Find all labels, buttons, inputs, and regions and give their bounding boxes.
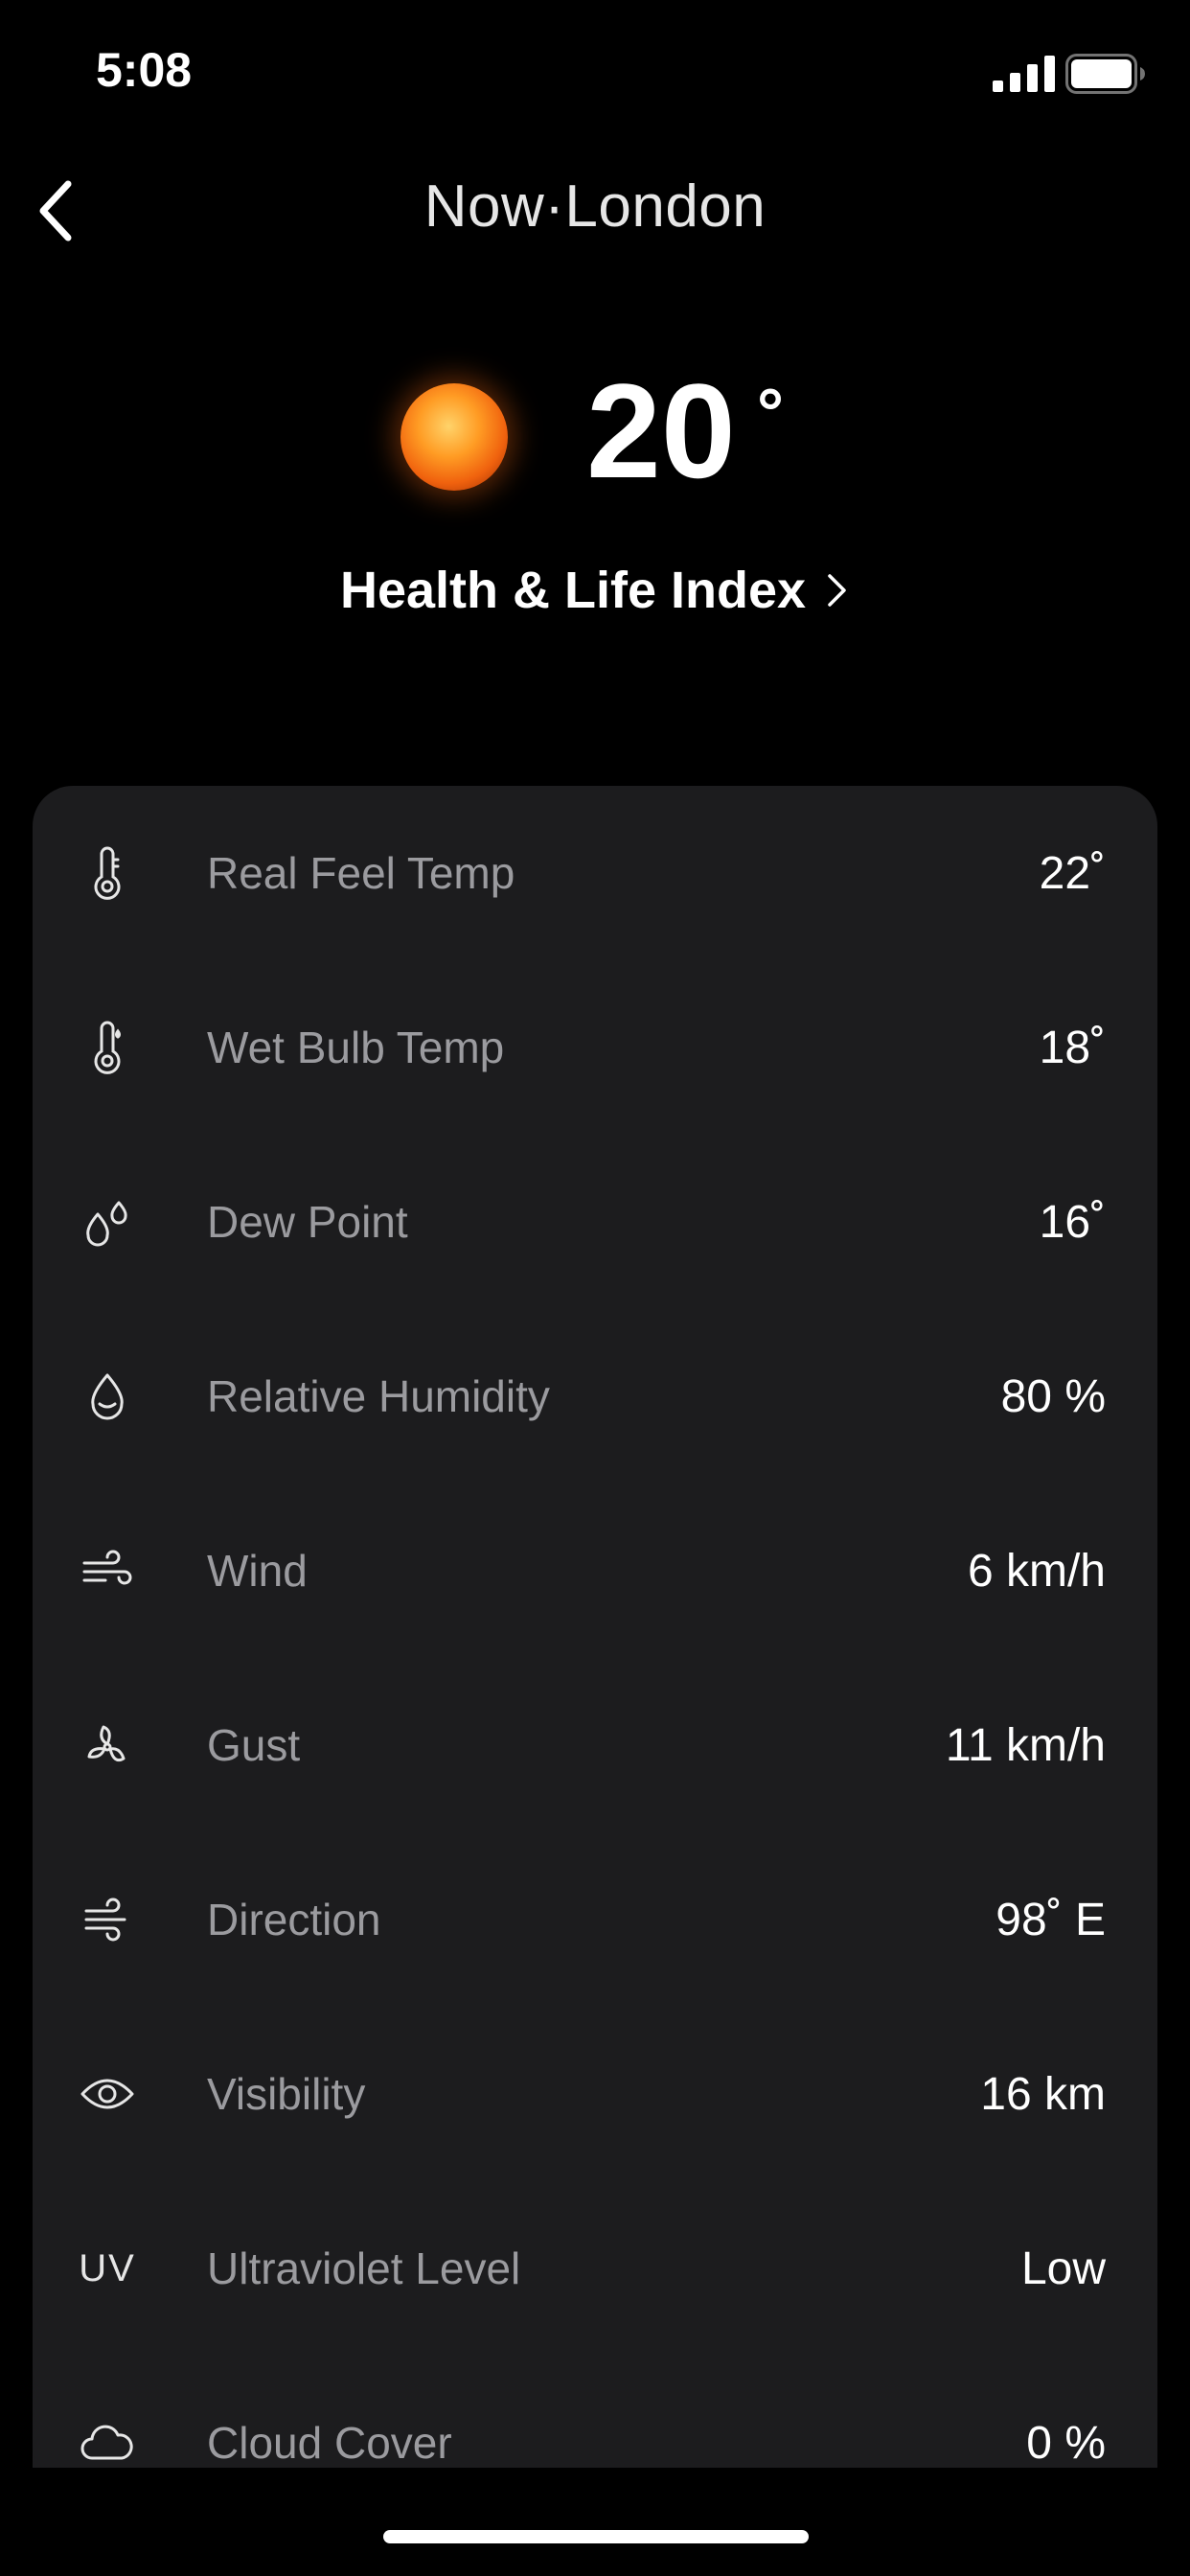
- current-conditions: 20 °: [0, 355, 1190, 518]
- detail-label: Dew Point: [207, 1197, 408, 1247]
- uv-icon: UV: [79, 2240, 136, 2297]
- weather-details-card: Real Feel Temp 22˚ Wet Bulb Temp 18˚ Dew…: [33, 786, 1157, 2468]
- status-time: 5:08: [96, 43, 193, 97]
- wind-icon: [79, 1542, 136, 1599]
- chevron-right-icon: [828, 574, 846, 607]
- detail-value: 16 km: [980, 2068, 1106, 2120]
- page-title: Now·London: [423, 173, 767, 240]
- detail-label: Relative Humidity: [207, 1371, 550, 1421]
- wet-bulb-thermometer-icon: [79, 1019, 136, 1076]
- humidity-drop-icon: [79, 1368, 136, 1425]
- uv-icon-text: UV: [79, 2246, 136, 2289]
- detail-value: Low: [1020, 2242, 1106, 2294]
- wind-direction-icon: [79, 1891, 136, 1948]
- detail-label: Gust: [207, 1720, 301, 1770]
- detail-row-dew-point: Dew Point 16˚: [33, 1135, 1157, 1309]
- sun-icon: [400, 383, 508, 491]
- detail-value: 6 km/h: [967, 1545, 1106, 1597]
- detail-value: 0 %: [1026, 2417, 1106, 2469]
- detail-row-humidity: Relative Humidity 80 %: [33, 1309, 1157, 1484]
- dew-point-icon: [79, 1193, 136, 1251]
- home-indicator[interactable]: [383, 2530, 809, 2543]
- detail-value: 80 %: [1000, 1370, 1106, 1422]
- degree-symbol: °: [757, 375, 784, 449]
- detail-row-wind: Wind 6 km/h: [33, 1484, 1157, 1658]
- cloud-icon: [79, 2414, 136, 2468]
- thermometer-icon: [79, 844, 136, 902]
- detail-value: 18˚: [1039, 1022, 1106, 1073]
- eye-icon: [79, 2065, 136, 2123]
- detail-row-wet-bulb: Wet Bulb Temp 18˚: [33, 960, 1157, 1135]
- detail-value: 16˚: [1039, 1196, 1106, 1248]
- detail-row-gust: Gust 11 km/h: [33, 1658, 1157, 1832]
- battery-icon: [1065, 54, 1145, 94]
- detail-label: Cloud Cover: [207, 2418, 452, 2468]
- detail-row-direction: Direction 98˚ E: [33, 1832, 1157, 2007]
- detail-label: Visibility: [207, 2069, 366, 2119]
- detail-row-real-feel: Real Feel Temp 22˚: [33, 786, 1157, 960]
- detail-label: Real Feel Temp: [207, 848, 515, 898]
- detail-value: 22˚: [1039, 847, 1106, 899]
- detail-value: 98˚ E: [995, 1894, 1106, 1945]
- detail-row-uv: UV Ultraviolet Level Low: [33, 2181, 1157, 2356]
- detail-label: Wind: [207, 1546, 308, 1596]
- health-life-index-label: Health & Life Index: [339, 562, 807, 619]
- status-bar: 5:08: [0, 0, 1190, 144]
- detail-row-visibility: Visibility 16 km: [33, 2007, 1157, 2181]
- detail-label: Ultraviolet Level: [207, 2243, 521, 2293]
- gust-fan-icon: [79, 1716, 136, 1774]
- detail-value: 11 km/h: [945, 1719, 1106, 1771]
- cellular-signal-icon: [993, 56, 1055, 92]
- detail-row-cloud-cover: Cloud Cover 0 %: [33, 2356, 1157, 2468]
- health-life-index-link[interactable]: Health & Life Index: [0, 561, 1190, 620]
- current-temperature: 20: [586, 356, 736, 506]
- header: Now·London: [0, 144, 1190, 268]
- detail-label: Direction: [207, 1895, 381, 1944]
- detail-label: Wet Bulb Temp: [207, 1023, 505, 1072]
